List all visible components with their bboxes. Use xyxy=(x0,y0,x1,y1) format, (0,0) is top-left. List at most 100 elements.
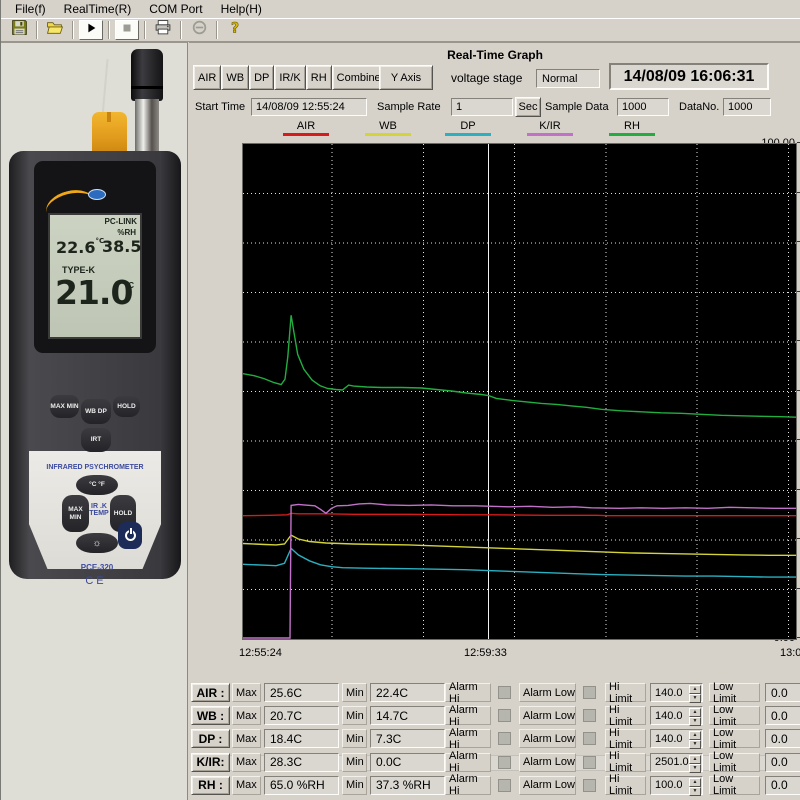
min-label: Min xyxy=(342,753,367,772)
low-limit-input-air[interactable]: 0.0 xyxy=(765,683,800,702)
max-label: Max xyxy=(232,683,261,702)
spinner-buttons: ▲▼ xyxy=(689,731,701,746)
channel-button-rh[interactable]: RH : xyxy=(191,776,230,795)
tab-ir-k[interactable]: IR/K xyxy=(274,65,305,90)
min-value-wb: 14.7C xyxy=(370,706,445,725)
max-label: Max xyxy=(232,729,261,748)
spin-down-button[interactable]: ▼ xyxy=(689,787,701,796)
power-icon xyxy=(125,530,136,541)
tab-dp[interactable]: DP xyxy=(249,65,274,90)
start-time-value: 14/08/09 12:55:24 xyxy=(251,98,367,116)
hi-limit-value[interactable]: 140.0 xyxy=(655,687,683,699)
device-body: PC-LINK %RH 22.6°C 38.5 TYPE-K 21.0 °C M… xyxy=(9,151,181,579)
stop-button[interactable] xyxy=(115,20,139,40)
spin-up-button[interactable]: ▲ xyxy=(689,731,701,740)
spin-up-button[interactable]: ▲ xyxy=(689,778,701,787)
open-button[interactable] xyxy=(41,20,69,40)
open-folder-icon xyxy=(46,19,64,41)
hi-limit-value[interactable]: 140.0 xyxy=(655,710,683,722)
menu-help[interactable]: Help(H) xyxy=(213,1,270,17)
brand-swoosh xyxy=(43,185,96,215)
play-icon xyxy=(84,21,98,40)
alarm-low-indicator-dp xyxy=(583,732,596,745)
device-max-min-2-button: MAX MIN xyxy=(62,495,89,532)
alarm-hi-label: Alarm Hi xyxy=(445,776,491,795)
hi-limit-spinbox-air[interactable]: 140.0 ▲▼ xyxy=(650,683,703,702)
hi-limit-spinbox-wb[interactable]: 140.0 ▲▼ xyxy=(650,706,703,725)
spin-up-button[interactable]: ▲ xyxy=(689,755,701,764)
alarm-low-label: Alarm Low xyxy=(519,683,576,702)
tab-rh[interactable]: RH xyxy=(306,65,332,90)
sec-button[interactable]: Sec xyxy=(515,97,541,117)
plot-area xyxy=(242,143,797,640)
stop-icon xyxy=(120,21,134,40)
device-hold-button: HOLD xyxy=(113,396,140,417)
menu-realtime[interactable]: RealTime(R) xyxy=(56,1,140,17)
spin-down-button[interactable]: ▼ xyxy=(689,717,701,726)
spin-down-button[interactable]: ▼ xyxy=(689,740,701,749)
spin-up-button[interactable]: ▲ xyxy=(689,685,701,694)
low-limit-input-kir[interactable]: 0.0 xyxy=(765,753,800,772)
disconnect-button[interactable] xyxy=(185,20,213,40)
legend-label: AIR xyxy=(297,120,315,132)
sample-rate-label: Sample Rate xyxy=(377,101,441,113)
y-axis-button[interactable]: Y Axis xyxy=(379,65,433,90)
low-limit-input-rh[interactable]: 0.0 xyxy=(765,776,800,795)
lcd-air-temp: 22.6 xyxy=(56,238,95,257)
alarm-hi-indicator-air xyxy=(498,686,511,699)
alarm-hi-label: Alarm Hi xyxy=(445,729,491,748)
help-button[interactable]: ? xyxy=(221,20,249,40)
channel-button-kir[interactable]: K/IR: xyxy=(191,753,230,772)
device-wb-dp-button: WB DP xyxy=(81,399,111,424)
sample-rate-input[interactable]: 1 xyxy=(451,98,513,116)
hi-limit-label: Hi Limit xyxy=(605,776,646,795)
hi-limit-spinbox-dp[interactable]: 140.0 ▲▼ xyxy=(650,729,703,748)
lcd-screen: PC-LINK %RH 22.6°C 38.5 TYPE-K 21.0 °C xyxy=(48,213,142,339)
menu-com-port[interactable]: COM Port xyxy=(141,1,210,17)
hi-limit-value[interactable]: 100.0 xyxy=(655,779,683,791)
pce-logo xyxy=(88,189,106,200)
alarm-low-label: Alarm Low xyxy=(519,706,576,725)
alarm-hi-label: Alarm Hi xyxy=(445,753,491,772)
low-limit-input-wb[interactable]: 0.0 xyxy=(765,706,800,725)
x-tick-middle: 12:59:33 xyxy=(464,647,507,659)
device-ir-k-temp-label: IR .K TEMP xyxy=(87,503,111,517)
hi-limit-spinbox-rh[interactable]: 100.0 ▲▼ xyxy=(650,776,703,795)
save-button[interactable] xyxy=(5,20,33,40)
start-time-label: Start Time xyxy=(195,101,245,113)
lcd-k-temp: 21.0 xyxy=(55,273,132,312)
spin-up-button[interactable]: ▲ xyxy=(689,708,701,717)
tab-air[interactable]: AIR xyxy=(193,65,221,90)
legend-label: K/IR xyxy=(539,120,560,132)
alarm-low-indicator-wb xyxy=(583,709,596,722)
low-limit-label: Low Limit xyxy=(709,776,760,795)
tab-wb[interactable]: WB xyxy=(221,65,249,90)
min-value-kir: 0.0C xyxy=(370,753,445,772)
lcd-humidity-unit: %RH xyxy=(117,228,136,237)
channel-button-wb[interactable]: WB : xyxy=(191,706,230,725)
ce-mark: CE xyxy=(71,575,121,587)
tab-combine[interactable]: Combine xyxy=(332,65,386,90)
alarm-low-indicator-rh xyxy=(583,779,596,792)
menu-file[interactable]: File(f) xyxy=(7,1,54,17)
spin-down-button[interactable]: ▼ xyxy=(689,764,701,773)
svg-text:?: ? xyxy=(231,21,239,37)
spinner-buttons: ▲▼ xyxy=(689,708,701,723)
channel-button-dp[interactable]: DP : xyxy=(191,729,230,748)
alarm-low-indicator-kir xyxy=(583,756,596,769)
hi-limit-value[interactable]: 2501.0 xyxy=(655,756,689,768)
legend-item-wb: WB xyxy=(365,120,411,136)
print-button[interactable] xyxy=(149,20,177,40)
channel-button-air[interactable]: AIR : xyxy=(191,683,230,702)
min-label: Min xyxy=(342,706,367,725)
table-row-rh: RH :Max65.0 %RHMin37.3 %RHAlarm HiAlarm … xyxy=(189,776,800,795)
min-label: Min xyxy=(342,776,367,795)
hi-limit-spinbox-kir[interactable]: 2501.0▲▼ xyxy=(650,753,703,772)
low-limit-input-dp[interactable]: 0.0 xyxy=(765,729,800,748)
alarm-hi-label: Alarm Hi xyxy=(445,683,491,702)
hi-limit-value[interactable]: 140.0 xyxy=(655,733,683,745)
spin-down-button[interactable]: ▼ xyxy=(689,694,701,703)
max-label: Max xyxy=(232,753,261,772)
floppy-icon xyxy=(11,19,28,41)
start-button[interactable] xyxy=(79,20,103,40)
